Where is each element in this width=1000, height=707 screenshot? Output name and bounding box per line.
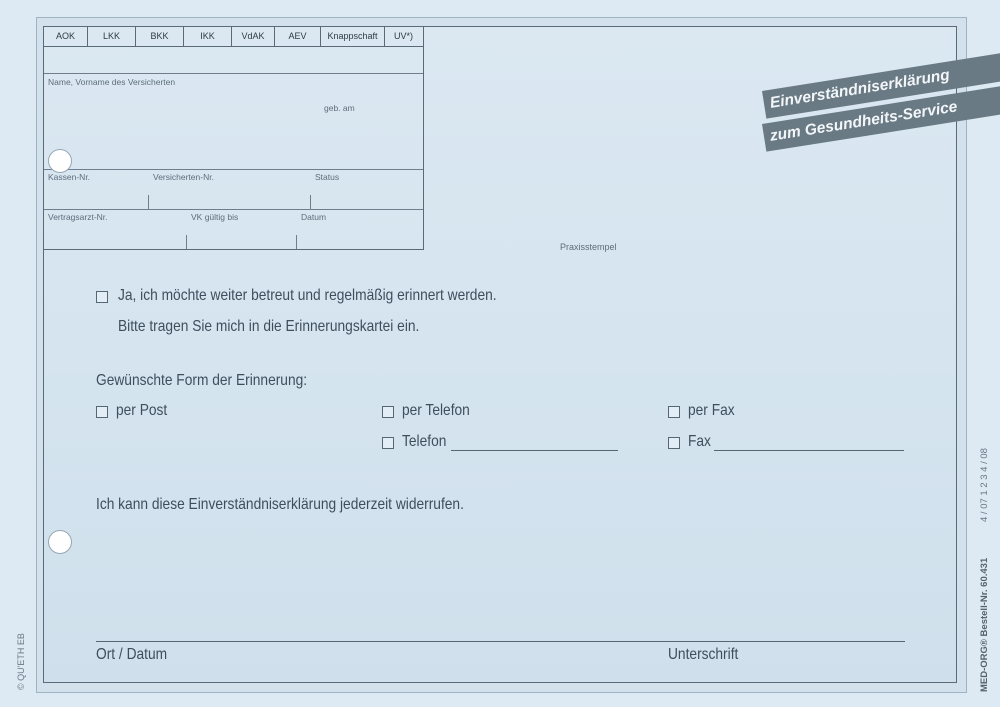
field-separator [310,195,311,209]
field-separator [296,235,297,249]
insurance-lkk[interactable]: LKK [88,27,136,46]
insurance-header-box: AOK LKK BKK IKK VdAK AEV Knappschaft UV*… [44,27,424,250]
insurance-aok[interactable]: AOK [44,27,88,46]
field-separator [148,195,149,209]
divider [44,209,423,210]
reminder-heading: Gewünschte Form der Erinnerung: [96,372,308,389]
print-dates: 4 / 07 1 2 3 4 / 08 [979,448,990,522]
vertragsarzt-label: Vertragsarzt-Nr. [48,212,108,222]
name-label: Name, Vorname des Versicherten [48,77,176,87]
divider [44,169,423,170]
copyright-mark: © QU'ETH EB [16,633,26,690]
insurance-ikk[interactable]: IKK [184,27,232,46]
telefon-label: per Telefon [402,402,470,419]
telefon-input-line[interactable] [451,450,618,451]
signature-label: Unterschrift [668,646,739,663]
field-separator [186,235,187,249]
insurance-knappschaft[interactable]: Knappschaft [321,27,385,46]
datum-label: Datum [301,212,327,222]
insurance-type-row: AOK LKK BKK IKK VdAK AEV Knappschaft UV*… [44,27,423,47]
insurance-uv[interactable]: UV*) [385,27,422,46]
divider [44,73,423,74]
place-date-label: Ort / Datum [96,646,168,663]
post-label: per Post [116,402,168,419]
order-number: MED-ORG® Bestell-Nr. 60.431 [979,557,990,692]
insurance-aev[interactable]: AEV [275,27,321,46]
consent-text: Ja, ich möchte weiter betreut und regelm… [118,287,497,304]
consent-checkbox[interactable] [96,291,108,303]
status-label: Status [315,172,340,182]
revoke-text: Ich kann diese Einverständniserklärung j… [96,496,464,513]
consent-subtext: Bitte tragen Sie mich in die Erinnerungs… [118,318,420,335]
fax-input-line[interactable] [714,450,904,451]
telefon-checkbox[interactable] [382,406,394,418]
fax-checkbox[interactable] [668,406,680,418]
birthdate-label: geb. am [324,103,355,113]
fax-label: per Fax [688,402,735,419]
versicherten-nr-label: Versicherten-Nr. [153,172,214,182]
insurance-bkk[interactable]: BKK [136,27,184,46]
fax-field-label: Fax [688,433,711,450]
fax-number-checkbox[interactable] [668,437,680,449]
post-checkbox[interactable] [96,406,108,418]
telefon-number-checkbox[interactable] [382,437,394,449]
kassen-nr-label: Kassen-Nr. [48,172,91,182]
stamp-label: Praxisstempel [560,242,617,252]
vk-label: VK gültig bis [191,212,239,222]
insurance-vdak[interactable]: VdAK [232,27,275,46]
punch-hole [48,149,72,173]
signature-line[interactable] [96,641,905,642]
telefon-field-label: Telefon [402,433,447,450]
punch-hole [48,530,72,554]
